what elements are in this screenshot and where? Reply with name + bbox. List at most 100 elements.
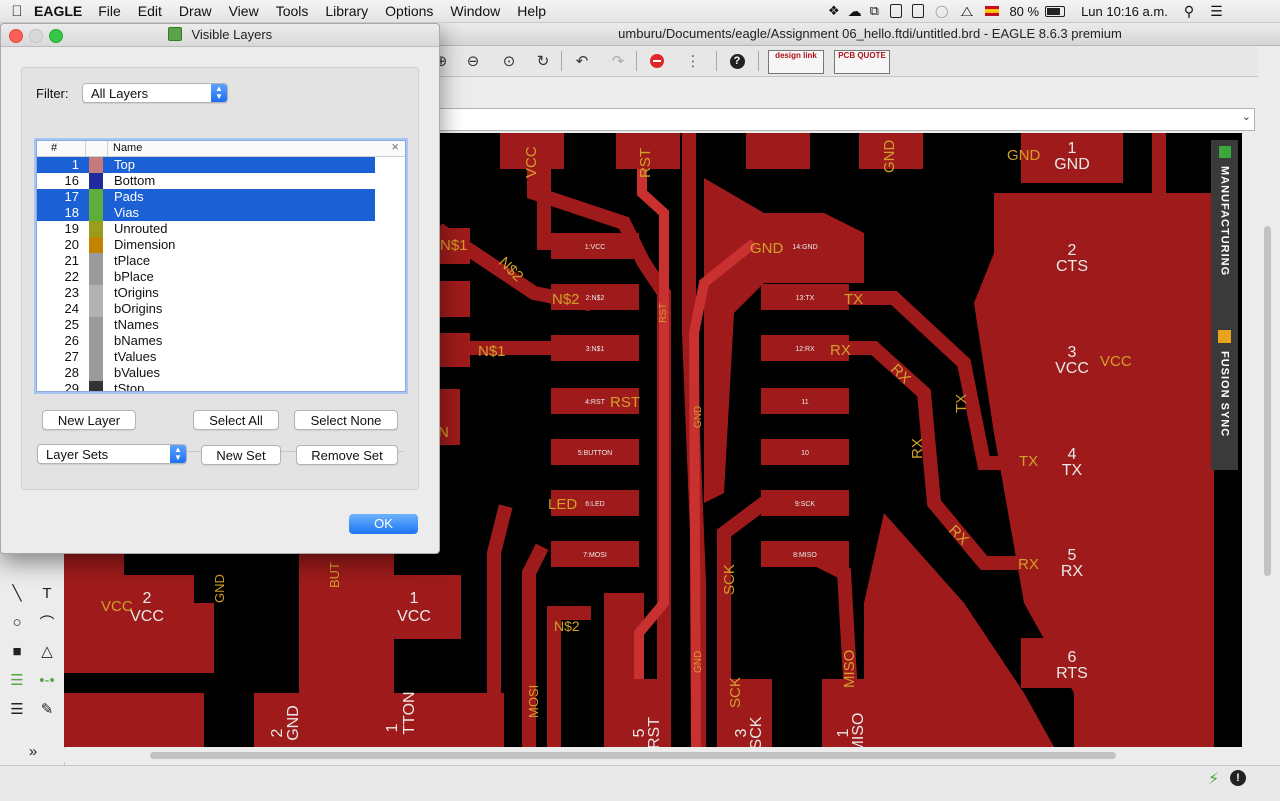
menu-file[interactable]: File bbox=[98, 3, 121, 19]
close-window-button[interactable] bbox=[9, 29, 23, 43]
backup-icon[interactable] bbox=[911, 4, 924, 18]
menu-view[interactable]: View bbox=[229, 3, 259, 19]
zoom-select-icon[interactable]: ⊙ bbox=[498, 51, 520, 71]
pcb-quote-button[interactable]: PCB QUOTE bbox=[834, 50, 890, 74]
apple-menu-icon[interactable]:  bbox=[0, 3, 34, 20]
stop-icon[interactable] bbox=[646, 51, 668, 71]
layer-row[interactable]: 18 Vias bbox=[37, 205, 375, 221]
edge-pad bbox=[440, 333, 470, 367]
layer-row[interactable]: 28 bValues bbox=[37, 365, 405, 381]
menu-window[interactable]: Window bbox=[450, 3, 500, 19]
zoom-window-button[interactable] bbox=[49, 29, 63, 43]
layer-name: bValues bbox=[114, 365, 161, 380]
net-label: GND bbox=[212, 574, 227, 603]
layer-row[interactable]: 16 Bottom bbox=[37, 173, 405, 189]
tab-fusion-sync[interactable]: FUSION SYNC bbox=[1211, 330, 1238, 460]
layer-row[interactable]: 29 tStop bbox=[37, 381, 405, 391]
undo-icon[interactable]: ↶ bbox=[571, 51, 593, 71]
layer-settings-icon[interactable]: ☰ bbox=[6, 669, 28, 691]
net-label: RX bbox=[909, 438, 926, 459]
circle-tool-icon[interactable]: ○ bbox=[6, 611, 28, 633]
battery-percent[interactable]: 80 % bbox=[1009, 4, 1039, 19]
layer-row[interactable]: 26 bNames bbox=[37, 333, 405, 349]
clear-column-icon[interactable]: × bbox=[391, 141, 399, 154]
dictation-icon[interactable]: ◯ bbox=[935, 4, 948, 18]
layer-row[interactable]: 1 Top bbox=[37, 157, 375, 173]
layer-color-swatch bbox=[89, 269, 103, 285]
tab-manufacturing[interactable]: MANUFACTURING bbox=[1211, 146, 1238, 296]
ok-button[interactable]: OK bbox=[349, 514, 418, 534]
minimize-window-button[interactable] bbox=[29, 29, 43, 43]
layer-row[interactable]: 19 Unrouted bbox=[37, 221, 405, 237]
arc-tool-icon[interactable]: ⌒ bbox=[36, 611, 58, 633]
polygon-tool-icon[interactable]: △ bbox=[36, 640, 58, 662]
layer-row[interactable]: 27 tValues bbox=[37, 349, 405, 365]
layer-stack-icon[interactable]: ☰ bbox=[6, 698, 28, 720]
sync-icon[interactable]: ⧉ bbox=[870, 3, 879, 19]
menu-draw[interactable]: Draw bbox=[179, 3, 212, 19]
net-label: GND bbox=[693, 406, 704, 428]
line-tool-icon[interactable]: ╲ bbox=[6, 582, 28, 604]
select-none-button[interactable]: Select None bbox=[294, 410, 398, 430]
vertical-scrollbar[interactable] bbox=[1258, 46, 1280, 766]
menu-edit[interactable]: Edit bbox=[138, 3, 162, 19]
text-tool-icon[interactable]: T bbox=[36, 582, 58, 604]
flag-icon[interactable] bbox=[985, 6, 1000, 16]
creative-cloud-icon[interactable]: ☁ bbox=[848, 3, 862, 20]
new-set-button[interactable]: New Set bbox=[201, 445, 281, 465]
filter-select[interactable]: All Layers ▲ ▼ bbox=[82, 83, 228, 103]
layer-number: 1 bbox=[71, 157, 79, 172]
layer-row[interactable]: 17 Pads bbox=[37, 189, 375, 205]
spotlight-search-icon[interactable]: ⚲ bbox=[1184, 3, 1194, 20]
layer-sets-select[interactable]: Layer Sets ▲ ▼ bbox=[37, 444, 187, 464]
redraw-icon[interactable]: ↻ bbox=[532, 51, 554, 71]
remove-set-button[interactable]: Remove Set bbox=[296, 445, 398, 465]
layer-row[interactable]: 24 bOrigins bbox=[37, 301, 405, 317]
command-line-input[interactable]: ⌄ bbox=[438, 108, 1255, 131]
lightning-icon[interactable]: ⚡ bbox=[1208, 769, 1219, 789]
layer-row[interactable]: 20 Dimension bbox=[37, 237, 405, 253]
zoom-out-icon[interactable]: ⊖ bbox=[462, 51, 484, 71]
layer-row[interactable]: 22 bPlace bbox=[37, 269, 405, 285]
dropbox-icon[interactable]: ❖ bbox=[828, 3, 840, 19]
chevron-down-icon[interactable]: ⌄ bbox=[1242, 110, 1251, 123]
menu-options[interactable]: Options bbox=[385, 3, 433, 19]
pin-label: 11 bbox=[801, 399, 808, 406]
pad-name: RST bbox=[646, 717, 663, 747]
clock[interactable]: Lun 10:16 a.m. bbox=[1081, 4, 1168, 19]
net-label: VCC bbox=[1100, 353, 1132, 370]
tray-icon[interactable] bbox=[889, 4, 902, 18]
select-all-button[interactable]: Select All bbox=[193, 410, 279, 430]
column-number-header[interactable]: # bbox=[51, 142, 57, 154]
design-link-button[interactable]: design link bbox=[768, 50, 824, 74]
horizontal-scroll-thumb[interactable] bbox=[150, 752, 1116, 759]
menu-library[interactable]: Library bbox=[325, 3, 368, 19]
attribute-tool-icon[interactable]: ✎ bbox=[36, 698, 58, 720]
rectangle-tool-icon[interactable]: ■ bbox=[6, 640, 28, 662]
expand-tools-icon[interactable]: » bbox=[22, 740, 44, 762]
layer-row[interactable]: 25 tNames bbox=[37, 317, 405, 333]
layer-list[interactable]: # Name × 1 Top 16 Bottom 17 Pads 18 Vias 19 Unrou… bbox=[36, 140, 406, 392]
info-icon[interactable]: ! bbox=[1230, 770, 1246, 786]
side-panel: MANUFACTURING FUSION SYNC bbox=[1211, 140, 1238, 470]
help-icon[interactable]: ? bbox=[726, 51, 748, 71]
menu-app-name[interactable]: EAGLE bbox=[34, 3, 82, 19]
battery-icon[interactable] bbox=[1045, 5, 1066, 17]
net-label: GND bbox=[750, 240, 784, 257]
menu-help[interactable]: Help bbox=[517, 3, 546, 19]
layer-row[interactable]: 23 tOrigins bbox=[37, 285, 405, 301]
menu-tools[interactable]: Tools bbox=[276, 3, 309, 19]
pin-label: 4:RST bbox=[585, 399, 606, 406]
new-layer-button[interactable]: New Layer bbox=[42, 410, 136, 430]
go-icon[interactable]: ⋮ bbox=[682, 51, 704, 71]
notification-center-icon[interactable]: ☰ bbox=[1210, 3, 1223, 20]
route-tool-icon[interactable]: •-• bbox=[36, 669, 58, 691]
column-name-header[interactable]: Name bbox=[113, 142, 142, 154]
horizontal-scrollbar[interactable] bbox=[64, 748, 1242, 762]
net-label: LED bbox=[548, 496, 577, 513]
pad-number: 2 bbox=[269, 728, 286, 737]
wifi-icon[interactable]: ⧍ bbox=[960, 3, 973, 20]
redo-icon[interactable]: ↷ bbox=[607, 51, 629, 71]
layer-row[interactable]: 21 tPlace bbox=[37, 253, 405, 269]
vertical-scroll-thumb[interactable] bbox=[1264, 226, 1271, 576]
